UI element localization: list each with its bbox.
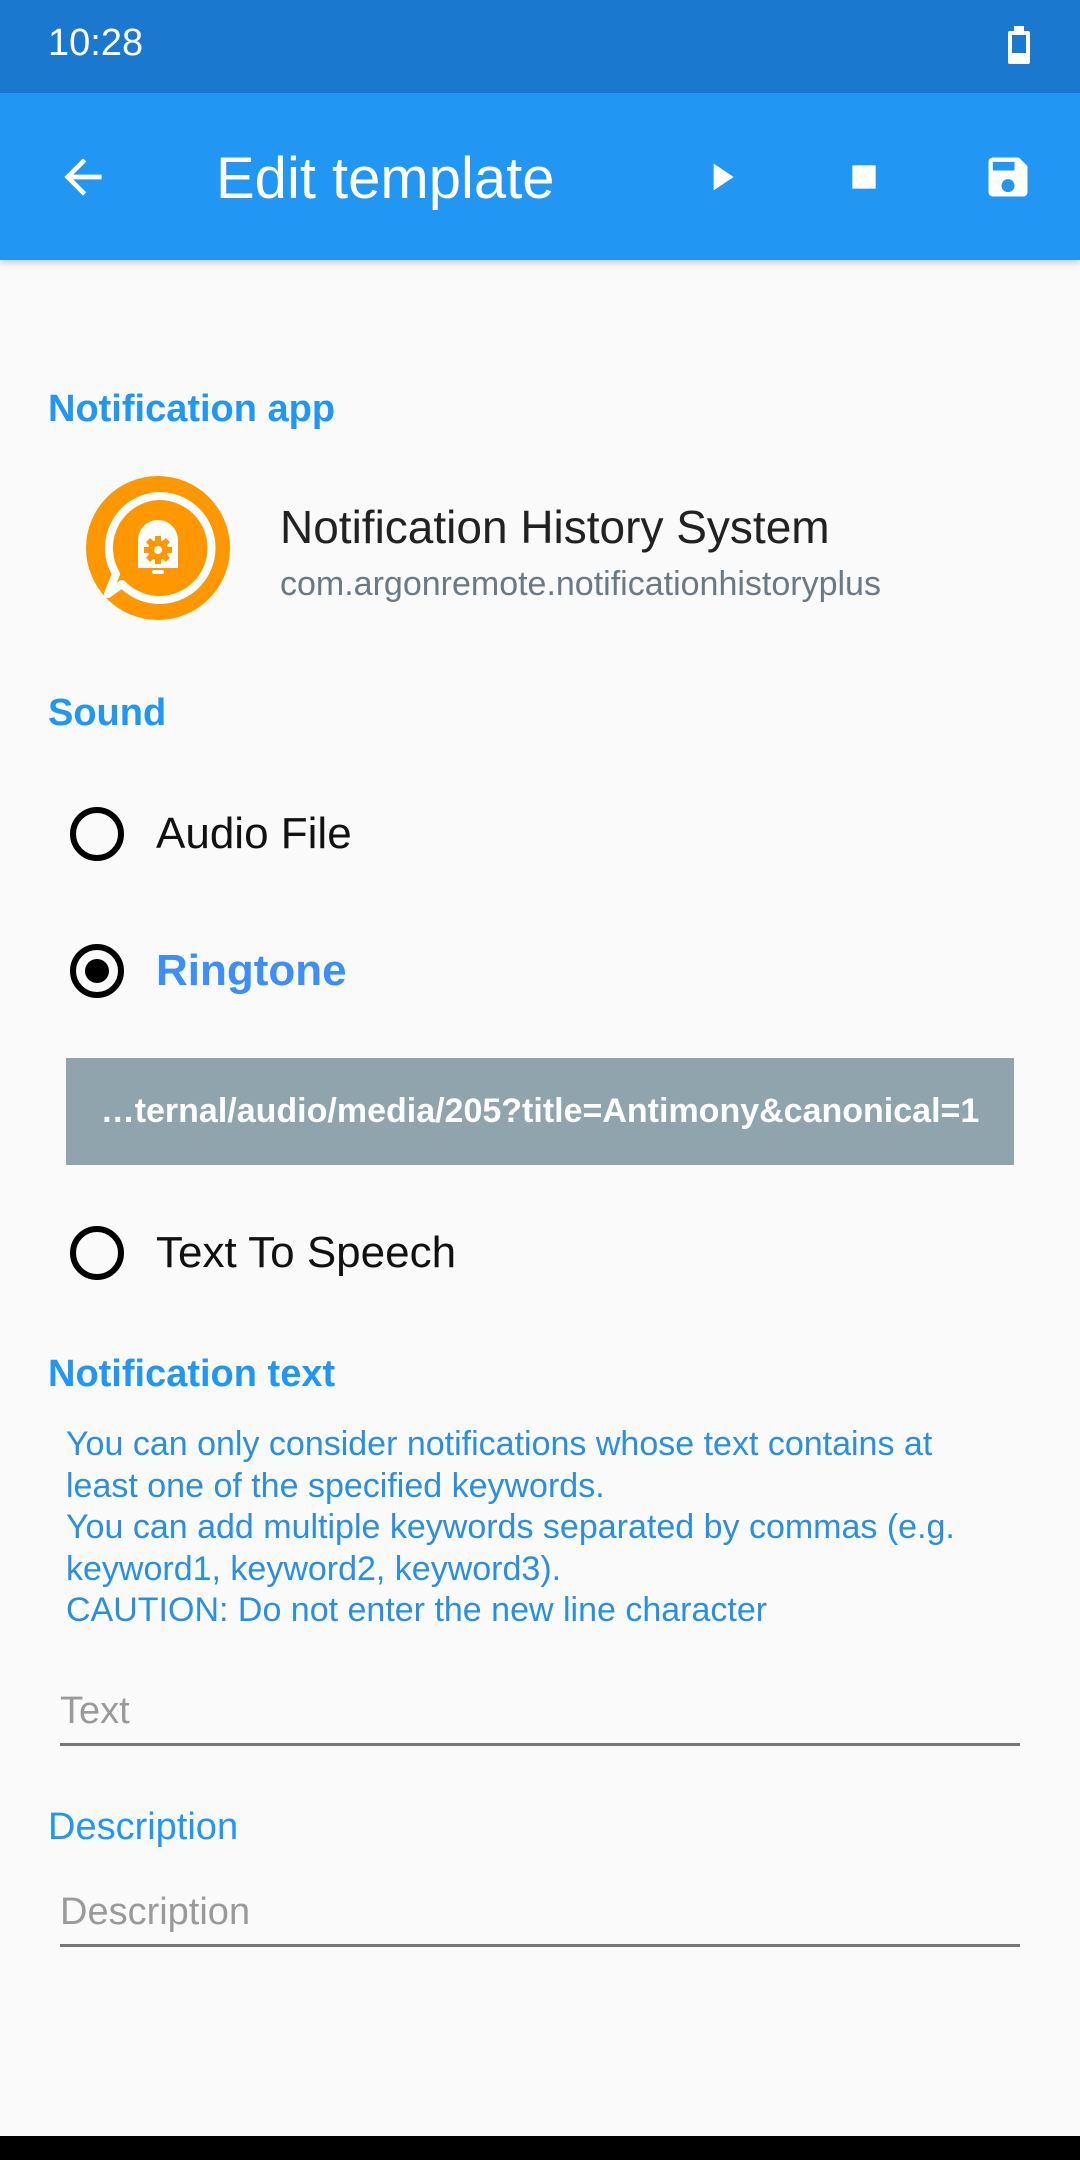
ringtone-uri: …ternal/audio/media/205?title=Antimony&c… — [100, 1092, 980, 1130]
radio-button[interactable] — [70, 807, 124, 861]
back-button[interactable] — [33, 93, 133, 260]
save-icon — [988, 157, 1028, 196]
radio-audio-file[interactable]: Audio File — [70, 794, 352, 874]
arrow-back-icon — [64, 157, 102, 196]
help-line: keyword1, keyword2, keyword3). — [66, 1549, 562, 1588]
app-name: Notification History System — [280, 501, 830, 553]
notification-text-help: You can only consider notifications whos… — [66, 1424, 1026, 1632]
help-line: CAUTION: Do not enter the new line chara… — [66, 1591, 768, 1629]
help-line: You can add multiple keywords separated … — [66, 1508, 955, 1546]
bell-gear-chat-icon — [86, 476, 230, 620]
keyword-text-input[interactable] — [60, 1690, 1020, 1746]
navigation-bar — [0, 2136, 1080, 2160]
radio-label: Text To Speech — [156, 1228, 457, 1277]
app-package: com.argonremote.notificationhistoryplus — [280, 565, 881, 603]
radio-button-checked[interactable] — [70, 944, 124, 998]
sound-header: Sound — [48, 692, 167, 734]
description-field — [60, 1891, 1020, 1947]
help-line: least one of the specified keywords. — [66, 1466, 605, 1505]
app-icon — [86, 476, 230, 620]
app-bar: Edit template — [0, 93, 1080, 260]
status-bar: 10:28 — [0, 0, 1080, 93]
notification-text-header: Notification text — [48, 1353, 336, 1395]
play-icon — [713, 163, 734, 190]
text-field — [60, 1690, 1020, 1746]
description-input[interactable] — [60, 1891, 1020, 1947]
radio-label: Ringtone — [156, 946, 347, 995]
description-header: Description — [48, 1806, 239, 1848]
help-line: You can only consider notifications whos… — [66, 1425, 933, 1463]
radio-text-to-speech[interactable]: Text To Speech — [70, 1213, 456, 1293]
stop-icon — [852, 164, 876, 189]
radio-ringtone[interactable]: Ringtone — [70, 931, 347, 1011]
battery-icon — [1008, 26, 1030, 64]
play-button[interactable] — [672, 93, 772, 260]
save-button[interactable] — [958, 93, 1058, 260]
radio-label: Audio File — [156, 809, 352, 858]
page-title: Edit template — [216, 146, 555, 211]
radio-button[interactable] — [70, 1226, 124, 1280]
notification-app-header: Notification app — [48, 388, 336, 430]
stop-button[interactable] — [814, 93, 914, 260]
ringtone-picker-button[interactable]: …ternal/audio/media/205?title=Antimony&c… — [66, 1058, 1014, 1165]
status-time: 10:28 — [48, 22, 144, 64]
